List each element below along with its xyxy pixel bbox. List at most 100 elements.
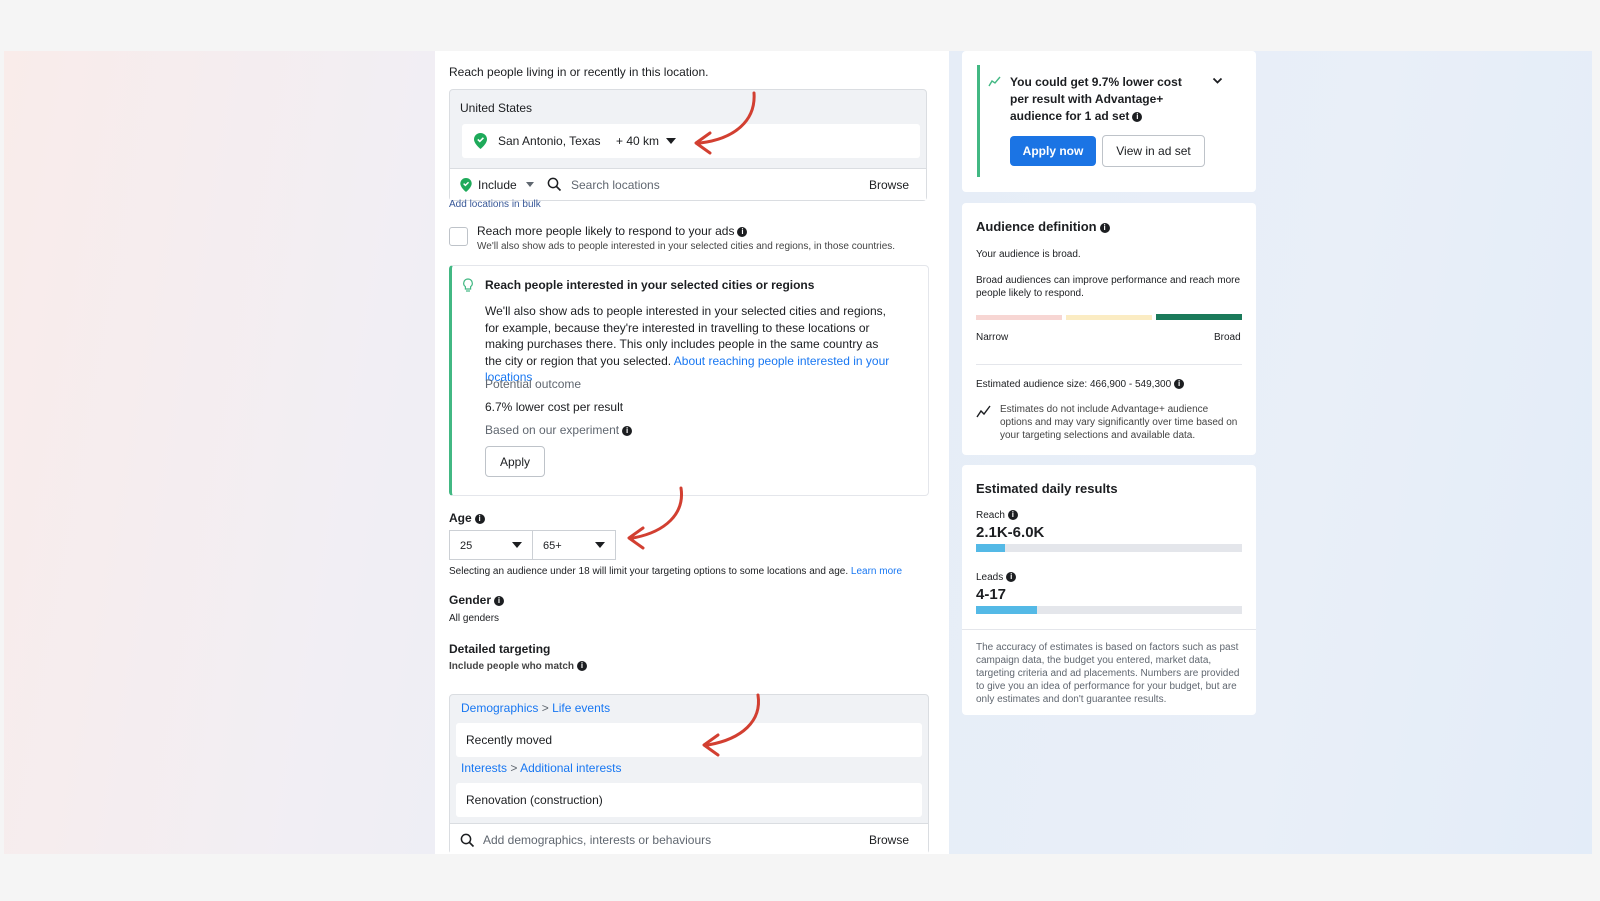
audience-desc: Broad audiences can improve performance … — [976, 275, 1241, 299]
detailed-search-row: Add demographics, interests or behaviour… — [450, 823, 928, 854]
daily-title: Estimated daily results — [976, 481, 1118, 496]
location-chip[interactable]: San Antonio, Texas + 40 km — [462, 124, 920, 158]
suggestion-body-wrap: We'll also show ads to people interested… — [485, 303, 897, 386]
age-label: Age — [449, 511, 472, 525]
info-icon[interactable]: i — [1174, 379, 1185, 390]
breadcrumb-separator: > — [541, 701, 549, 715]
lightbulb-icon — [463, 278, 473, 292]
age-max-select[interactable]: 65+ — [532, 530, 616, 560]
daily-results-card: Estimated daily results Reach i 2.1K-6.0K… — [962, 465, 1256, 715]
age-min-caret-icon — [512, 542, 522, 548]
advantage-card: You could get 9.7% lower cost per result… — [962, 51, 1256, 192]
outcome-percent: 6.7% — [485, 400, 513, 414]
location-browse-button[interactable]: Browse — [869, 178, 909, 192]
audience-def-heading: Audience definition i — [976, 219, 1110, 234]
info-icon[interactable]: i — [1132, 111, 1143, 122]
divider — [976, 364, 1242, 365]
breadcrumb-demographics[interactable]: Demographics — [461, 701, 538, 715]
gender-label: Gender — [449, 593, 492, 607]
breadcrumb: Demographics > Life events — [461, 701, 610, 715]
leads-bar — [976, 606, 1242, 614]
suggestion-card: Reach people interested in your selected… — [449, 265, 929, 496]
leads-value: 4-17 — [976, 586, 1007, 603]
info-icon[interactable]: i — [494, 595, 505, 606]
advantage-text: You could get 9.7% lower cost per result… — [1010, 75, 1182, 123]
age-note-row: Selecting an audience under 18 will limi… — [449, 566, 902, 577]
include-dropdown[interactable]: Include — [478, 178, 517, 192]
accent-bar — [977, 65, 980, 177]
chevron-down-icon[interactable] — [1212, 77, 1223, 85]
gauge-broad-segment — [1156, 314, 1242, 320]
location-box: United States San Antonio, Texas + 40 km… — [449, 89, 927, 201]
reach-bar — [976, 544, 1242, 552]
locations-description: Reach people living in or recently in th… — [449, 65, 709, 79]
include-pin-icon — [460, 178, 472, 192]
targeting-item-recently-moved[interactable]: Recently moved — [456, 723, 922, 757]
age-min-select[interactable]: 25 — [449, 530, 533, 560]
screenshot-frame: Reach people living in or recently in th… — [4, 51, 1592, 854]
breadcrumb-separator: > — [510, 761, 518, 775]
gender-value[interactable]: All genders — [449, 613, 499, 624]
reach-more-checkbox[interactable] — [449, 227, 468, 246]
reach-more-sub: We'll also show ads to people interested… — [477, 241, 896, 252]
audience-note: Estimates do not include Advantage+ audi… — [1000, 404, 1238, 441]
info-icon[interactable]: i — [474, 513, 485, 524]
audience-size-row: Estimated audience size: 466,900 - 549,3… — [976, 379, 1185, 390]
detailed-sub-row: Include people who match i — [449, 661, 588, 672]
info-icon[interactable]: i — [1099, 222, 1110, 233]
radius-caret-icon[interactable] — [666, 138, 676, 144]
info-icon[interactable]: i — [737, 226, 748, 237]
outcome-row: 6.7% lower cost per result — [485, 400, 623, 414]
trend-icon — [976, 405, 991, 418]
info-icon[interactable]: i — [1007, 510, 1018, 521]
detailed-targeting-label: Detailed targeting — [449, 642, 551, 656]
reach-more-label-row: Reach more people likely to respond to y… — [477, 224, 748, 238]
leads-label-row: Leads i — [976, 572, 1017, 583]
targeting-item-renovation[interactable]: Renovation (construction) — [456, 783, 922, 817]
detailed-sub: Include people who match — [449, 661, 575, 672]
location-search-input[interactable]: Search locations — [571, 178, 660, 192]
info-icon[interactable]: i — [1006, 572, 1017, 583]
apply-now-button[interactable]: Apply now — [1010, 136, 1096, 166]
detailed-browse-button[interactable]: Browse — [869, 833, 909, 847]
suggestion-title: Reach people interested in your selected… — [485, 278, 815, 292]
gauge-broad-label: Broad — [1214, 332, 1241, 343]
info-icon[interactable]: i — [622, 425, 633, 436]
advantage-text-wrap: You could get 9.7% lower cost per result… — [1010, 74, 1190, 125]
location-radius[interactable]: + 40 km — [616, 134, 659, 148]
breadcrumb-interests[interactable]: Interests — [461, 761, 507, 775]
audience-def-title: Audience definition — [976, 219, 1097, 234]
reach-value: 2.1K-6.0K — [976, 524, 1045, 541]
learn-more-link[interactable]: Learn more — [851, 566, 902, 577]
search-icon — [547, 177, 562, 192]
age-min-value: 25 — [460, 540, 473, 552]
age-note: Selecting an audience under 18 will limi… — [449, 566, 849, 577]
search-icon — [460, 833, 475, 848]
suggestion-apply-button[interactable]: Apply — [485, 446, 545, 477]
breadcrumb: Interests > Additional interests — [461, 761, 621, 775]
audience-definition-card: Audience definition i Your audience is br… — [962, 203, 1256, 455]
age-max-value: 65+ — [543, 540, 562, 552]
breadcrumb-life-events[interactable]: Life events — [552, 701, 610, 715]
location-pin-icon — [474, 133, 487, 149]
reach-more-label: Reach more people likely to respond to y… — [477, 224, 735, 238]
include-caret-icon[interactable] — [526, 182, 534, 187]
outcome-text: lower cost per result — [515, 400, 624, 414]
daily-disclaimer: The accuracy of estimates is based on fa… — [976, 642, 1240, 705]
view-in-ad-set-button[interactable]: View in ad set — [1102, 135, 1205, 167]
breadcrumb-additional-interests[interactable]: Additional interests — [520, 761, 621, 775]
info-icon[interactable]: i — [577, 661, 588, 672]
audience-status: Your audience is broad. — [976, 249, 1081, 260]
divider — [962, 629, 1256, 630]
potential-outcome-label: Potential outcome — [485, 377, 582, 391]
experiment-label: Based on our experiment — [485, 423, 620, 437]
gauge-narrow-label: Narrow — [976, 332, 1009, 343]
location-city: San Antonio, Texas — [498, 134, 601, 148]
detailed-search-input[interactable]: Add demographics, interests or behaviour… — [483, 833, 711, 847]
gauge-mid-segment — [1066, 315, 1152, 320]
gauge-narrow-segment — [976, 315, 1062, 320]
location-search-row: Include Search locations Browse — [450, 168, 926, 200]
add-locations-bulk-link[interactable]: Add locations in bulk — [449, 199, 541, 210]
experiment-row: Based on our experiment i — [485, 423, 633, 437]
location-country: United States — [460, 101, 533, 115]
